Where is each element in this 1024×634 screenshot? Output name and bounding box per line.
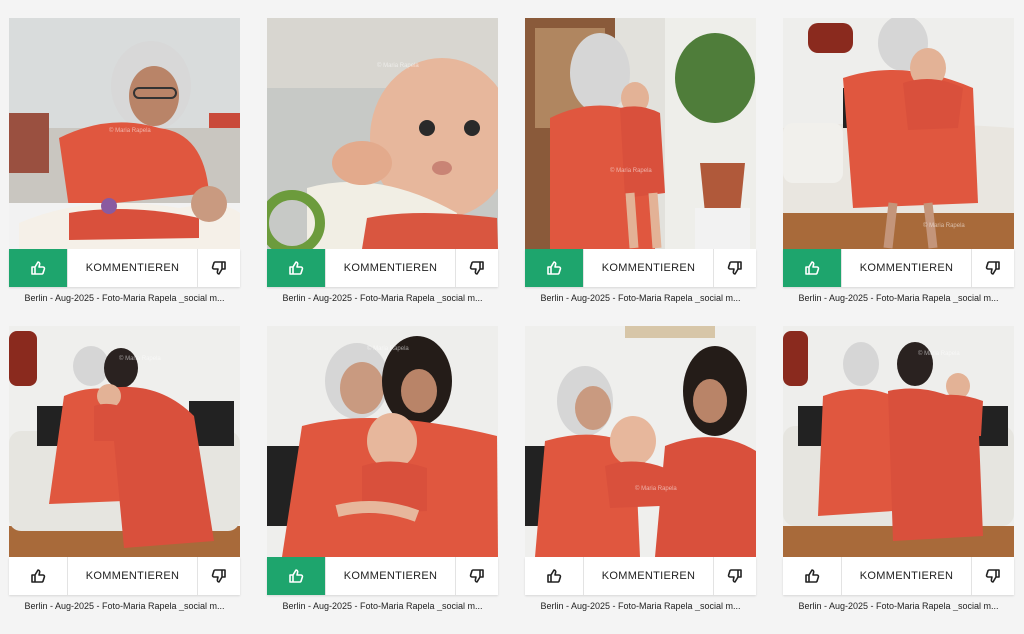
photo[interactable]: © Maria Rapela xyxy=(525,18,756,249)
photo[interactable]: © Maria Rapela xyxy=(9,18,240,249)
dislike-button[interactable] xyxy=(714,249,756,287)
thumbs-up-icon xyxy=(547,261,562,275)
action-bar: KOMMENTIEREN xyxy=(525,249,756,287)
photo[interactable]: © Maria Rapela xyxy=(9,326,240,557)
photo-caption: Berlin - Aug-2025 - Foto-Maria Rapela _s… xyxy=(282,293,483,303)
comment-button[interactable]: KOMMENTIEREN xyxy=(584,557,714,595)
action-bar: KOMMENTIEREN xyxy=(783,249,1014,287)
like-button[interactable] xyxy=(525,557,584,595)
photo[interactable]: © Maria Rapela xyxy=(783,18,1014,249)
comment-button[interactable]: KOMMENTIEREN xyxy=(68,249,198,287)
dislike-button[interactable] xyxy=(714,557,756,595)
photo-illustration xyxy=(267,326,498,557)
dislike-button[interactable] xyxy=(972,557,1014,595)
watermark: © Maria Rapela xyxy=(918,351,960,357)
action-bar: KOMMENTIEREN xyxy=(783,557,1014,595)
photo[interactable]: © Maria Rapela xyxy=(783,326,1014,557)
thumbs-down-icon xyxy=(727,569,742,583)
photo-caption: Berlin - Aug-2025 - Foto-Maria Rapela _s… xyxy=(282,601,483,611)
dislike-button[interactable] xyxy=(198,249,240,287)
like-button[interactable] xyxy=(783,557,842,595)
photo-illustration xyxy=(783,18,1014,249)
thumbs-down-icon xyxy=(469,569,484,583)
thumbs-down-icon xyxy=(985,261,1000,275)
dislike-button[interactable] xyxy=(456,557,498,595)
photo-illustration xyxy=(525,18,756,249)
thumbs-up-icon xyxy=(805,569,820,583)
photo-card: © Maria Rapela KOMMENTIEREN Berlin - Aug… xyxy=(9,326,240,611)
photo-card: © Maria Rapela KOMMENTIEREN Berlin - Aug… xyxy=(783,326,1014,611)
thumbs-down-icon xyxy=(727,261,742,275)
watermark: © Maria Rapela xyxy=(119,356,161,362)
like-button[interactable] xyxy=(267,557,326,595)
photo-card: © Maria Rapela KOMMENTIEREN Berlin - Aug… xyxy=(9,18,240,303)
watermark: © Maria Rapela xyxy=(635,486,677,492)
photo-caption: Berlin - Aug-2025 - Foto-Maria Rapela _s… xyxy=(798,293,999,303)
thumbs-down-icon xyxy=(211,569,226,583)
comment-button[interactable]: KOMMENTIEREN xyxy=(842,249,972,287)
thumbs-up-icon xyxy=(31,569,46,583)
photo-caption: Berlin - Aug-2025 - Foto-Maria Rapela _s… xyxy=(24,601,225,611)
dislike-button[interactable] xyxy=(972,249,1014,287)
photo-caption: Berlin - Aug-2025 - Foto-Maria Rapela _s… xyxy=(540,601,741,611)
like-button[interactable] xyxy=(267,249,326,287)
photo-card: © Maria Rapela KOMMENTIEREN Berlin - Aug… xyxy=(525,326,756,611)
action-bar: KOMMENTIEREN xyxy=(525,557,756,595)
photo-illustration xyxy=(267,18,498,249)
like-button[interactable] xyxy=(783,249,842,287)
thumbs-up-icon xyxy=(289,261,304,275)
thumbs-up-icon xyxy=(31,261,46,275)
thumbs-down-icon xyxy=(985,569,1000,583)
photo-caption: Berlin - Aug-2025 - Foto-Maria Rapela _s… xyxy=(540,293,741,303)
comment-button[interactable]: KOMMENTIEREN xyxy=(68,557,198,595)
dislike-button[interactable] xyxy=(456,249,498,287)
watermark: © Maria Rapela xyxy=(109,128,151,134)
like-button[interactable] xyxy=(525,249,584,287)
like-button[interactable] xyxy=(9,249,68,287)
photo-caption: Berlin - Aug-2025 - Foto-Maria Rapela _s… xyxy=(798,601,999,611)
thumbs-up-icon xyxy=(547,569,562,583)
comment-button[interactable]: KOMMENTIEREN xyxy=(326,557,456,595)
comment-button[interactable]: KOMMENTIEREN xyxy=(326,249,456,287)
thumbs-down-icon xyxy=(211,261,226,275)
thumbs-down-icon xyxy=(469,261,484,275)
like-button[interactable] xyxy=(9,557,68,595)
watermark: © Maria Rapela xyxy=(377,63,419,69)
action-bar: KOMMENTIEREN xyxy=(267,249,498,287)
photo-card: © Maria Rapela KOMMENTIEREN Berlin - Aug… xyxy=(525,18,756,303)
photo[interactable]: © Maria Rapela xyxy=(525,326,756,557)
photo-grid: © Maria Rapela KOMMENTIEREN Berlin - Aug… xyxy=(0,0,1024,634)
photo-card: © Maria Rapela KOMMENTIEREN Berlin - Aug… xyxy=(267,326,498,611)
comment-button[interactable]: KOMMENTIEREN xyxy=(584,249,714,287)
watermark: © Maria Rapela xyxy=(610,168,652,174)
photo[interactable]: © Maria Rapela xyxy=(267,326,498,557)
watermark: © Maria Rapela xyxy=(923,223,965,229)
thumbs-up-icon xyxy=(805,261,820,275)
thumbs-up-icon xyxy=(289,569,304,583)
comment-button[interactable]: KOMMENTIEREN xyxy=(842,557,972,595)
dislike-button[interactable] xyxy=(198,557,240,595)
action-bar: KOMMENTIEREN xyxy=(9,249,240,287)
action-bar: KOMMENTIEREN xyxy=(9,557,240,595)
photo-illustration xyxy=(525,326,756,557)
photo-card: © Maria Rapela KOMMENTIEREN Berlin - Aug… xyxy=(267,18,498,303)
action-bar: KOMMENTIEREN xyxy=(267,557,498,595)
photo-illustration xyxy=(783,326,1014,557)
watermark: © Maria Rapela xyxy=(367,346,409,352)
photo[interactable]: © Maria Rapela xyxy=(267,18,498,249)
photo-card: © Maria Rapela KOMMENTIEREN Berlin - Aug… xyxy=(783,18,1014,303)
photo-caption: Berlin - Aug-2025 - Foto-Maria Rapela _s… xyxy=(24,293,225,303)
